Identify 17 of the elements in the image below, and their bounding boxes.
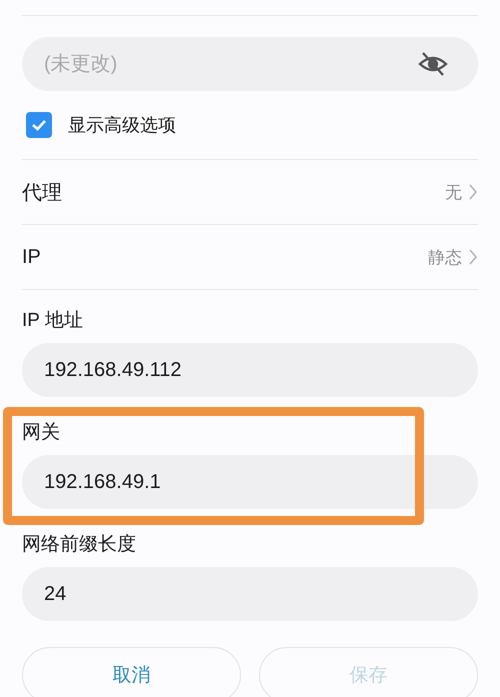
field-label: 网络前缀长度 — [22, 533, 137, 557]
setting-value[interactable]: 无 — [445, 180, 462, 204]
cancel-button[interactable]: 取消 — [22, 647, 241, 697]
chevron-right-icon[interactable] — [468, 183, 478, 201]
setting-label: IP — [22, 246, 41, 268]
setting-label: 代理 — [22, 180, 62, 206]
input-field[interactable]: 24 — [22, 567, 478, 621]
field-label: IP 地址 — [22, 309, 84, 333]
setting-value[interactable]: 静态 — [428, 246, 462, 268]
input-field[interactable]: 192.168.49.112 — [22, 343, 478, 397]
eye-slash-icon[interactable] — [418, 51, 448, 77]
checkbox[interactable] — [26, 112, 52, 138]
chevron-right-icon[interactable] — [468, 248, 478, 266]
checkbox-label: 显示高级选项 — [68, 114, 176, 137]
password-field[interactable]: (未更改) — [22, 37, 478, 91]
input-field[interactable]: 192.168.49.1 — [22, 455, 478, 509]
field-label: 网关 — [22, 421, 61, 445]
